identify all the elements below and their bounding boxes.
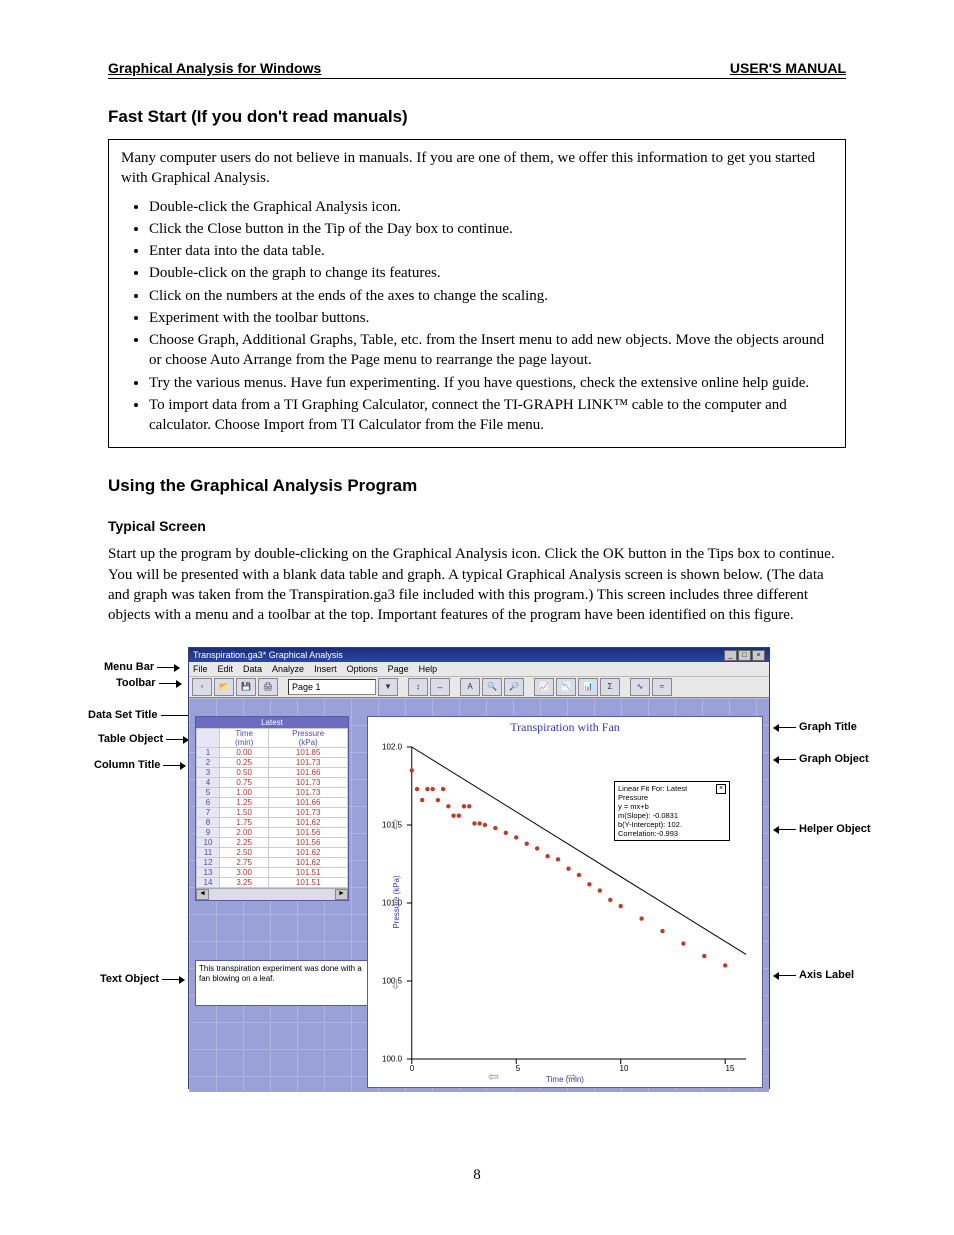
table-row[interactable]: 122.75101.62 [197, 858, 348, 868]
header-left: Graphical Analysis for Windows [108, 60, 321, 78]
toolbar[interactable]: ▫ 📂 💾 🖨 Page 1 ▼ ↕ ↔ A 🔍 🔎 📈 📉 📊 Σ ∿ ≈ [189, 676, 769, 698]
fast-start-list: Double-click the Graphical Analysis icon… [121, 197, 833, 436]
table-row[interactable]: 143.25101.51 [197, 878, 348, 888]
plot-svg [368, 717, 762, 1087]
table-row[interactable]: 20.25101.73 [197, 758, 348, 768]
page-selector[interactable]: Page 1 [288, 679, 376, 695]
label-text-object: Text Object [100, 973, 184, 985]
helper-line: Linear Fit For: Latest Pressure [618, 784, 726, 802]
table-row[interactable]: 102.25101.56 [197, 838, 348, 848]
dropdown-icon[interactable]: ▼ [378, 678, 398, 696]
bullet: Try the various menus. Have fun experime… [149, 373, 833, 393]
col-pressure[interactable]: Pressure(kPa) [269, 729, 348, 748]
menu-data[interactable]: Data [243, 664, 262, 674]
menu-analyze[interactable]: Analyze [272, 664, 304, 674]
helper-object[interactable]: × Linear Fit For: Latest Pressure y = mx… [614, 781, 730, 841]
text-object[interactable]: This transpiration experiment was done w… [195, 960, 371, 1006]
label-graph-object: Graph Object [774, 753, 869, 765]
tool-icon[interactable]: Σ [600, 678, 620, 696]
figure-diagram: Menu Bar Toolbar Data Set Title Table Ob… [108, 647, 846, 1087]
helper-line: Correlation:-0.993 [618, 829, 726, 838]
bullet: Click on the numbers at the ends of the … [149, 286, 833, 306]
tool-icon[interactable]: ↔ [430, 678, 450, 696]
zoom-out-icon[interactable]: 🔎 [504, 678, 524, 696]
label-table-object: Table Object [98, 733, 188, 745]
table-row[interactable]: 133.00101.51 [197, 868, 348, 878]
label-menu-bar: Menu Bar [104, 661, 179, 673]
table-row[interactable]: 112.50101.62 [197, 848, 348, 858]
bullet: To import data from a TI Graphing Calcul… [149, 395, 833, 436]
tool-icon[interactable]: 📉 [556, 678, 576, 696]
fast-start-intro: Many computer users do not believe in ma… [121, 148, 833, 189]
menu-help[interactable]: Help [419, 664, 438, 674]
minimize-icon: _ [724, 650, 737, 661]
tool-icon[interactable]: ↕ [408, 678, 428, 696]
open-icon[interactable]: 📂 [214, 678, 234, 696]
tool-icon[interactable]: ∿ [630, 678, 650, 696]
window-title: Transpiration.ga3* Graphical Analysis [193, 650, 343, 660]
menu-insert[interactable]: Insert [314, 664, 337, 674]
table-row[interactable]: 51.00101.73 [197, 788, 348, 798]
bullet: Experiment with the toolbar buttons. [149, 308, 833, 328]
dataset-title: Latest [196, 717, 348, 728]
col-time[interactable]: Time(min) [220, 729, 269, 748]
maximize-icon: □ [738, 650, 751, 661]
table-row[interactable]: 10.00101.85 [197, 748, 348, 758]
section2-sub: Typical Screen [108, 518, 846, 534]
table-object[interactable]: Latest Time(min) Pressure(kPa) 10.00101.… [195, 716, 349, 901]
workspace: Latest Time(min) Pressure(kPa) 10.00101.… [189, 698, 769, 1092]
tool-icon[interactable]: ≈ [652, 678, 672, 696]
label-column-title: Column Title [94, 759, 185, 771]
tool-icon[interactable]: 📈 [534, 678, 554, 696]
fast-start-box: Many computer users do not believe in ma… [108, 139, 846, 448]
app-screenshot: Transpiration.ga3* Graphical Analysis _□… [188, 647, 770, 1089]
table-row[interactable]: 61.25101.66 [197, 798, 348, 808]
helper-line: y = mx+b [618, 802, 726, 811]
label-data-set-title: Data Set Title [88, 709, 203, 721]
table-row[interactable]: 81.75101.62 [197, 818, 348, 828]
page-number: 8 [108, 1167, 846, 1184]
table-row[interactable]: 30.50101.66 [197, 768, 348, 778]
section2-title: Using the Graphical Analysis Program [108, 476, 846, 496]
bullet: Double-click on the graph to change its … [149, 263, 833, 283]
label-toolbar: Toolbar [116, 677, 181, 689]
menu-page[interactable]: Page [388, 664, 409, 674]
helper-line: m(Slope): -0.0831 [618, 811, 726, 820]
table-scrollbar[interactable]: ◄► [196, 888, 348, 900]
zoom-in-icon[interactable]: 🔍 [482, 678, 502, 696]
close-icon: × [752, 650, 765, 661]
header-right: USER'S MANUAL [730, 60, 846, 78]
tool-icon[interactable]: A [460, 678, 480, 696]
table-row[interactable]: 71.50101.73 [197, 808, 348, 818]
scroll-left-icon: ◄ [196, 889, 209, 900]
data-table[interactable]: Time(min) Pressure(kPa) 10.00101.8520.25… [196, 728, 348, 888]
bullet: Double-click the Graphical Analysis icon… [149, 197, 833, 217]
menubar[interactable]: File Edit Data Analyze Insert Options Pa… [189, 662, 769, 676]
bullet: Choose Graph, Additional Graphs, Table, … [149, 330, 833, 371]
window-buttons[interactable]: _□× [723, 649, 765, 661]
menu-options[interactable]: Options [347, 664, 378, 674]
bullet: Click the Close button in the Tip of the… [149, 219, 833, 239]
scroll-right-icon: ► [335, 889, 348, 900]
label-graph-title: Graph Title [774, 721, 857, 733]
close-icon[interactable]: × [716, 784, 726, 794]
menu-edit[interactable]: Edit [218, 664, 234, 674]
bullet: Enter data into the data table. [149, 241, 833, 261]
helper-line: b(Y-Intercept): 102. [618, 820, 726, 829]
new-icon[interactable]: ▫ [192, 678, 212, 696]
menu-file[interactable]: File [193, 664, 208, 674]
tool-icon[interactable]: 📊 [578, 678, 598, 696]
table-row[interactable]: 40.75101.73 [197, 778, 348, 788]
label-axis-label: Axis Label [774, 969, 854, 981]
label-helper-object: Helper Object [774, 823, 871, 835]
print-icon[interactable]: 🖨 [258, 678, 278, 696]
titlebar: Transpiration.ga3* Graphical Analysis _□… [189, 648, 769, 662]
table-row[interactable]: 92.00101.56 [197, 828, 348, 838]
save-icon[interactable]: 💾 [236, 678, 256, 696]
graph-object[interactable]: Transpiration with Fan 102.0 101.5 101.0… [367, 716, 763, 1088]
section1-title: Fast Start (If you don't read manuals) [108, 107, 846, 127]
section2-body: Start up the program by double-clicking … [108, 544, 846, 625]
